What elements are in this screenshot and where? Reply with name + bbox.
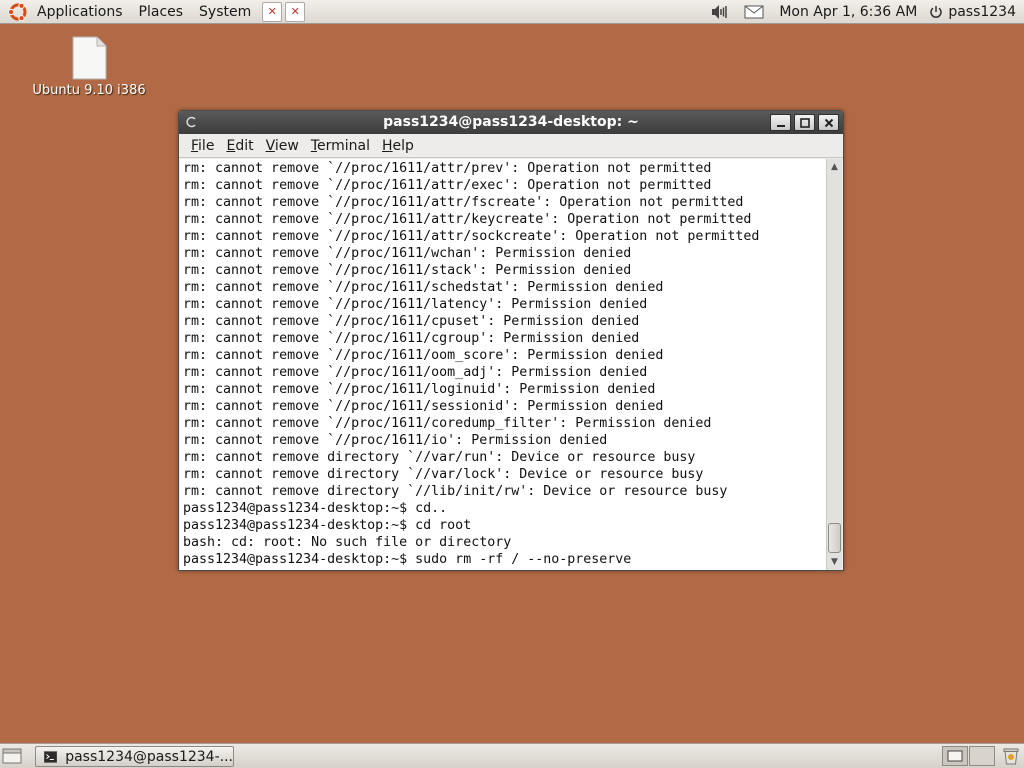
desktop-icon-label: Ubuntu 9.10 i386 — [32, 83, 146, 98]
terminal-line: rm: cannot remove `//proc/1611/attr/keyc… — [183, 212, 752, 227]
vertical-scrollbar[interactable]: ▲ ▼ — [826, 159, 842, 570]
menu-file[interactable]: File — [185, 138, 220, 154]
launcher-icon-1[interactable]: ✕ — [262, 1, 283, 22]
menu-edit[interactable]: Edit — [220, 138, 259, 154]
terminal-window: pass1234@pass1234-desktop: ~ File Edit V… — [178, 110, 844, 571]
close-icon — [824, 118, 833, 127]
terminal-line: rm: cannot remove `//proc/1611/oom_adj':… — [183, 365, 648, 380]
document-icon — [72, 36, 107, 80]
user-name: pass1234 — [948, 4, 1016, 20]
launcher-icon-2[interactable]: ✕ — [285, 1, 306, 22]
terminal-line: rm: cannot remove `//proc/1611/loginuid'… — [183, 382, 656, 397]
maximize-button[interactable] — [794, 114, 815, 131]
terminal-line: rm: cannot remove `//proc/1611/attr/fscr… — [183, 195, 744, 210]
minimize-button[interactable] — [770, 114, 791, 131]
scroll-down-icon[interactable]: ▼ — [829, 557, 840, 567]
menu-help[interactable]: Help — [376, 138, 420, 154]
system-menu[interactable]: System — [191, 0, 259, 24]
menu-view[interactable]: View — [260, 138, 305, 154]
terminal-line: rm: cannot remove `//proc/1611/cgroup': … — [183, 331, 640, 346]
workspace-1[interactable] — [942, 746, 968, 766]
terminal-line: rm: cannot remove `//proc/1611/attr/sock… — [183, 229, 760, 244]
workspace-2[interactable] — [969, 746, 995, 766]
menu-terminal[interactable]: Terminal — [305, 138, 376, 154]
terminal-icon — [44, 750, 58, 763]
bottom-panel: pass1234@pass1234-... — [0, 743, 1024, 768]
scroll-up-icon[interactable]: ▲ — [829, 162, 840, 172]
applications-menu[interactable]: Applications — [29, 0, 131, 24]
ubuntu-logo-icon[interactable] — [7, 1, 29, 23]
mail-icon[interactable] — [743, 1, 765, 23]
top-panel: Applications Places System ✕ ✕ Mon Apr 1… — [0, 0, 1024, 24]
terminal-line: pass1234@pass1234-desktop:~$ sudo rm -rf… — [183, 552, 632, 567]
window-menubar: File Edit View Terminal Help — [179, 134, 843, 158]
terminal-line: rm: cannot remove `//proc/1611/attr/exec… — [183, 178, 712, 193]
clock[interactable]: Mon Apr 1, 6:36 AM — [771, 4, 925, 20]
terminal-line: rm: cannot remove `//proc/1611/wchan': P… — [183, 246, 632, 261]
terminal-line: pass1234@pass1234-desktop:~$ cd root — [183, 518, 472, 533]
taskbar-task-label: pass1234@pass1234-... — [65, 748, 233, 765]
window-title: pass1234@pass1234-desktop: ~ — [383, 114, 639, 130]
terminal-line: rm: cannot remove `//proc/1611/io': Perm… — [183, 433, 608, 448]
terminal-line: bash: cd: root: No such file or director… — [183, 535, 512, 550]
maximize-icon — [799, 117, 810, 128]
terminal-line: rm: cannot remove directory `//lib/init/… — [183, 484, 728, 499]
terminal-line: pass1234@pass1234-desktop:~$ cd.. — [183, 501, 448, 516]
desktop-icon-ubuntu[interactable]: Ubuntu 9.10 i386 — [30, 36, 148, 98]
terminal-line: rm: cannot remove `//proc/1611/oom_score… — [183, 348, 664, 363]
taskbar-terminal-button[interactable]: pass1234@pass1234-... — [35, 746, 234, 767]
show-desktop-icon[interactable] — [2, 747, 22, 765]
close-button[interactable] — [818, 114, 839, 131]
terminal-line: rm: cannot remove directory `//var/run':… — [183, 450, 696, 465]
volume-icon[interactable] — [709, 1, 731, 23]
power-icon — [930, 6, 943, 18]
terminal-text[interactable]: rm: cannot remove `//proc/1611/attr/prev… — [183, 160, 823, 568]
scroll-thumb[interactable] — [828, 523, 841, 553]
window-titlebar[interactable]: pass1234@pass1234-desktop: ~ — [179, 111, 843, 134]
terminal-line: rm: cannot remove `//proc/1611/latency':… — [183, 297, 648, 312]
terminal-line: rm: cannot remove `//proc/1611/coredump_… — [183, 416, 712, 431]
minimize-icon — [776, 124, 785, 127]
terminal-line: rm: cannot remove `//proc/1611/cpuset': … — [183, 314, 640, 329]
terminal-line: rm: cannot remove `//proc/1611/schedstat… — [183, 280, 664, 295]
workspace-switcher — [941, 746, 995, 766]
user-menu[interactable]: pass1234 — [925, 4, 1024, 20]
places-menu[interactable]: Places — [131, 0, 192, 24]
terminal-line: rm: cannot remove directory `//var/lock'… — [183, 467, 704, 482]
trash-icon[interactable] — [1001, 746, 1021, 766]
terminal-output[interactable]: rm: cannot remove `//proc/1611/attr/prev… — [180, 159, 842, 570]
terminal-line: rm: cannot remove `//proc/1611/sessionid… — [183, 399, 664, 414]
terminal-line: rm: cannot remove `//proc/1611/stack': P… — [183, 263, 632, 278]
terminal-line: rm: cannot remove `//proc/1611/attr/prev… — [183, 161, 712, 176]
